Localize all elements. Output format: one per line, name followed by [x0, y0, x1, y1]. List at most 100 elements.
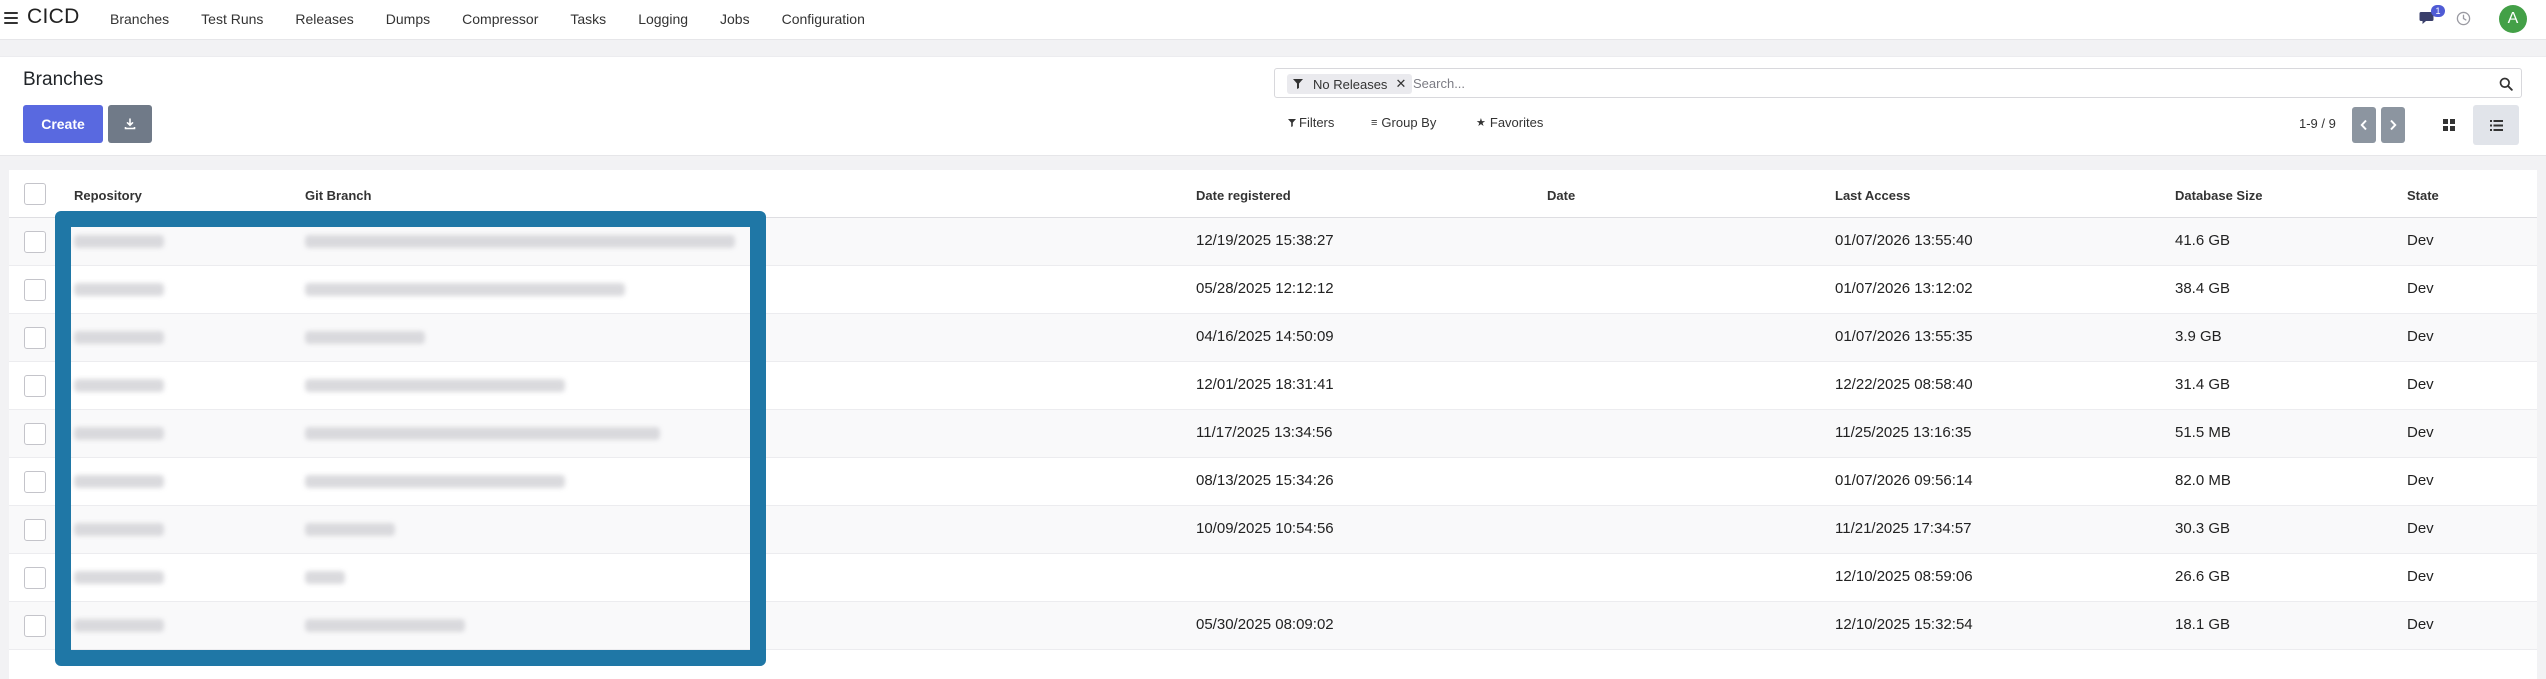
clock-icon[interactable] — [2456, 11, 2471, 26]
create-button[interactable]: Create — [23, 105, 103, 143]
column-header-last-access[interactable]: Last Access — [1835, 188, 1910, 203]
row-checkbox[interactable] — [24, 423, 46, 445]
cell-database-size: 38.4 GB — [2175, 280, 2231, 297]
table-row[interactable]: 12/10/2025 08:59:06 26.6 GB Dev — [9, 554, 2537, 602]
menu-item-releases[interactable]: Releases — [295, 11, 353, 27]
filters-toggle[interactable]: Filters — [1288, 115, 1334, 130]
cell-date-registered: 05/28/2025 12:12:12 — [1196, 280, 1334, 297]
bars-icon: ≡ — [1371, 116, 1378, 129]
cell-state: Dev — [2407, 616, 2434, 633]
redacted-git-branch — [305, 619, 465, 632]
pager-previous-button[interactable] — [2352, 107, 2376, 143]
pager-value[interactable]: 1-9 / 9 — [2299, 116, 2336, 131]
cell-last-access: 01/07/2026 09:56:14 — [1835, 472, 1973, 489]
row-checkbox[interactable] — [24, 279, 46, 301]
cell-date-registered: 11/17/2025 13:34:56 — [1196, 424, 1333, 441]
select-all-checkbox[interactable] — [24, 183, 46, 205]
favorites-toggle[interactable]: ★ Favorites — [1476, 115, 1543, 130]
cell-state: Dev — [2407, 568, 2434, 585]
column-header-state[interactable]: State — [2407, 188, 2439, 203]
row-checkbox[interactable] — [24, 327, 46, 349]
menu-item-tasks[interactable]: Tasks — [570, 11, 606, 27]
column-header-database-size[interactable]: Database Size — [2175, 188, 2262, 203]
table-row[interactable]: 08/13/2025 15:34:26 01/07/2026 09:56:14 82… — [9, 458, 2537, 506]
menu-item-compressor[interactable]: Compressor — [462, 11, 538, 27]
groupby-label: Group By — [1381, 115, 1437, 130]
redacted-git-branch — [305, 379, 565, 392]
redacted-repository — [74, 619, 164, 632]
pager-next-button[interactable] — [2381, 107, 2405, 143]
table-header: Repository Git Branch Date registered Da… — [9, 170, 2537, 218]
table-row[interactable]: 05/28/2025 12:12:12 01/07/2026 13:12:02 38… — [9, 266, 2537, 314]
app-title[interactable]: CICD — [27, 5, 80, 29]
avatar[interactable]: A — [2499, 5, 2527, 33]
cell-state: Dev — [2407, 280, 2434, 297]
column-header-repository[interactable]: Repository — [74, 188, 142, 203]
table-row[interactable]: 11/17/2025 13:34:56 11/25/2025 13:16:35 51… — [9, 410, 2537, 458]
row-checkbox[interactable] — [24, 615, 46, 637]
redacted-repository — [74, 283, 164, 296]
cell-last-access: 01/07/2026 13:55:40 — [1835, 232, 1973, 249]
table-row[interactable]: 04/16/2025 14:50:09 01/07/2026 13:55:35 3.… — [9, 314, 2537, 362]
row-checkbox[interactable] — [24, 375, 46, 397]
favorites-label: Favorites — [1489, 115, 1544, 130]
table-row[interactable]: 05/30/2025 08:09:02 12/10/2025 15:32:54 18… — [9, 602, 2537, 650]
groupby-toggle[interactable]: ≡ Group By — [1371, 115, 1436, 130]
redacted-git-branch — [305, 427, 660, 440]
cell-state: Dev — [2407, 328, 2434, 345]
cell-database-size: 51.5 MB — [2175, 424, 2231, 441]
search-icon[interactable] — [2499, 77, 2513, 91]
row-checkbox[interactable] — [24, 567, 46, 589]
menu-item-configuration[interactable]: Configuration — [782, 11, 865, 27]
cell-database-size: 31.4 GB — [2175, 376, 2231, 393]
cell-last-access: 12/10/2025 15:32:54 — [1835, 616, 1973, 633]
cell-database-size: 3.9 GB — [2175, 328, 2222, 345]
row-checkbox[interactable] — [24, 519, 46, 541]
menu-item-jobs[interactable]: Jobs — [720, 11, 750, 27]
row-checkbox[interactable] — [24, 471, 46, 493]
kanban-view-icon — [2443, 119, 2455, 131]
cell-date-registered: 08/13/2025 15:34:26 — [1196, 472, 1334, 489]
menu-item-dumps[interactable]: Dumps — [386, 11, 430, 27]
menu-item-branches[interactable]: Branches — [110, 11, 169, 27]
cell-date-registered: 10/09/2025 10:54:56 — [1196, 520, 1334, 537]
breadcrumb: Branches — [23, 69, 104, 90]
search-facet: No Releases ✕ — [1287, 74, 1413, 94]
menu-item-logging[interactable]: Logging — [638, 11, 688, 27]
cell-last-access: 11/25/2025 13:16:35 — [1835, 424, 1972, 441]
search-bar[interactable]: No Releases ✕ — [1274, 68, 2522, 98]
chevron-left-icon — [2360, 119, 2367, 131]
cell-database-size: 26.6 GB — [2175, 568, 2231, 585]
cell-state: Dev — [2407, 232, 2434, 249]
cell-last-access: 01/07/2026 13:12:02 — [1835, 280, 1973, 297]
table-row[interactable]: 12/01/2025 18:31:41 12/22/2025 08:58:40 31… — [9, 362, 2537, 410]
cell-last-access: 12/10/2025 08:59:06 — [1835, 568, 1973, 585]
search-input[interactable] — [1413, 73, 2413, 93]
column-header-git-branch[interactable]: Git Branch — [305, 188, 371, 203]
redacted-git-branch — [305, 283, 625, 296]
control-panel: Branches Create No Releases ✕ Filters ≡ … — [0, 56, 2546, 156]
column-header-date-registered[interactable]: Date registered — [1196, 188, 1291, 203]
branches-list: Repository Git Branch Date registered Da… — [9, 170, 2537, 679]
main-menu: Branches Test Runs Releases Dumps Compre… — [110, 0, 865, 38]
menu-item-test-runs[interactable]: Test Runs — [201, 11, 263, 27]
redacted-git-branch — [305, 235, 735, 248]
close-icon[interactable]: ✕ — [1395, 76, 1406, 92]
download-button[interactable] — [108, 105, 152, 143]
filters-label: Filters — [1299, 115, 1335, 130]
row-checkbox[interactable] — [24, 231, 46, 253]
cell-state: Dev — [2407, 424, 2434, 441]
cell-state: Dev — [2407, 520, 2434, 537]
cell-database-size: 30.3 GB — [2175, 520, 2231, 537]
column-header-date[interactable]: Date — [1547, 188, 1575, 203]
cell-last-access: 11/21/2025 17:34:57 — [1835, 520, 1972, 537]
cell-state: Dev — [2407, 472, 2434, 489]
kanban-view-button[interactable] — [2426, 105, 2472, 145]
list-view-button[interactable] — [2473, 105, 2519, 145]
table-row[interactable]: 12/19/2025 15:38:27 01/07/2026 13:55:40 41… — [9, 218, 2537, 266]
cell-database-size: 18.1 GB — [2175, 616, 2231, 633]
hamburger-icon[interactable] — [4, 12, 18, 24]
cell-date-registered: 12/01/2025 18:31:41 — [1196, 376, 1334, 393]
table-row[interactable]: 10/09/2025 10:54:56 11/21/2025 17:34:57 30… — [9, 506, 2537, 554]
redacted-repository — [74, 523, 164, 536]
